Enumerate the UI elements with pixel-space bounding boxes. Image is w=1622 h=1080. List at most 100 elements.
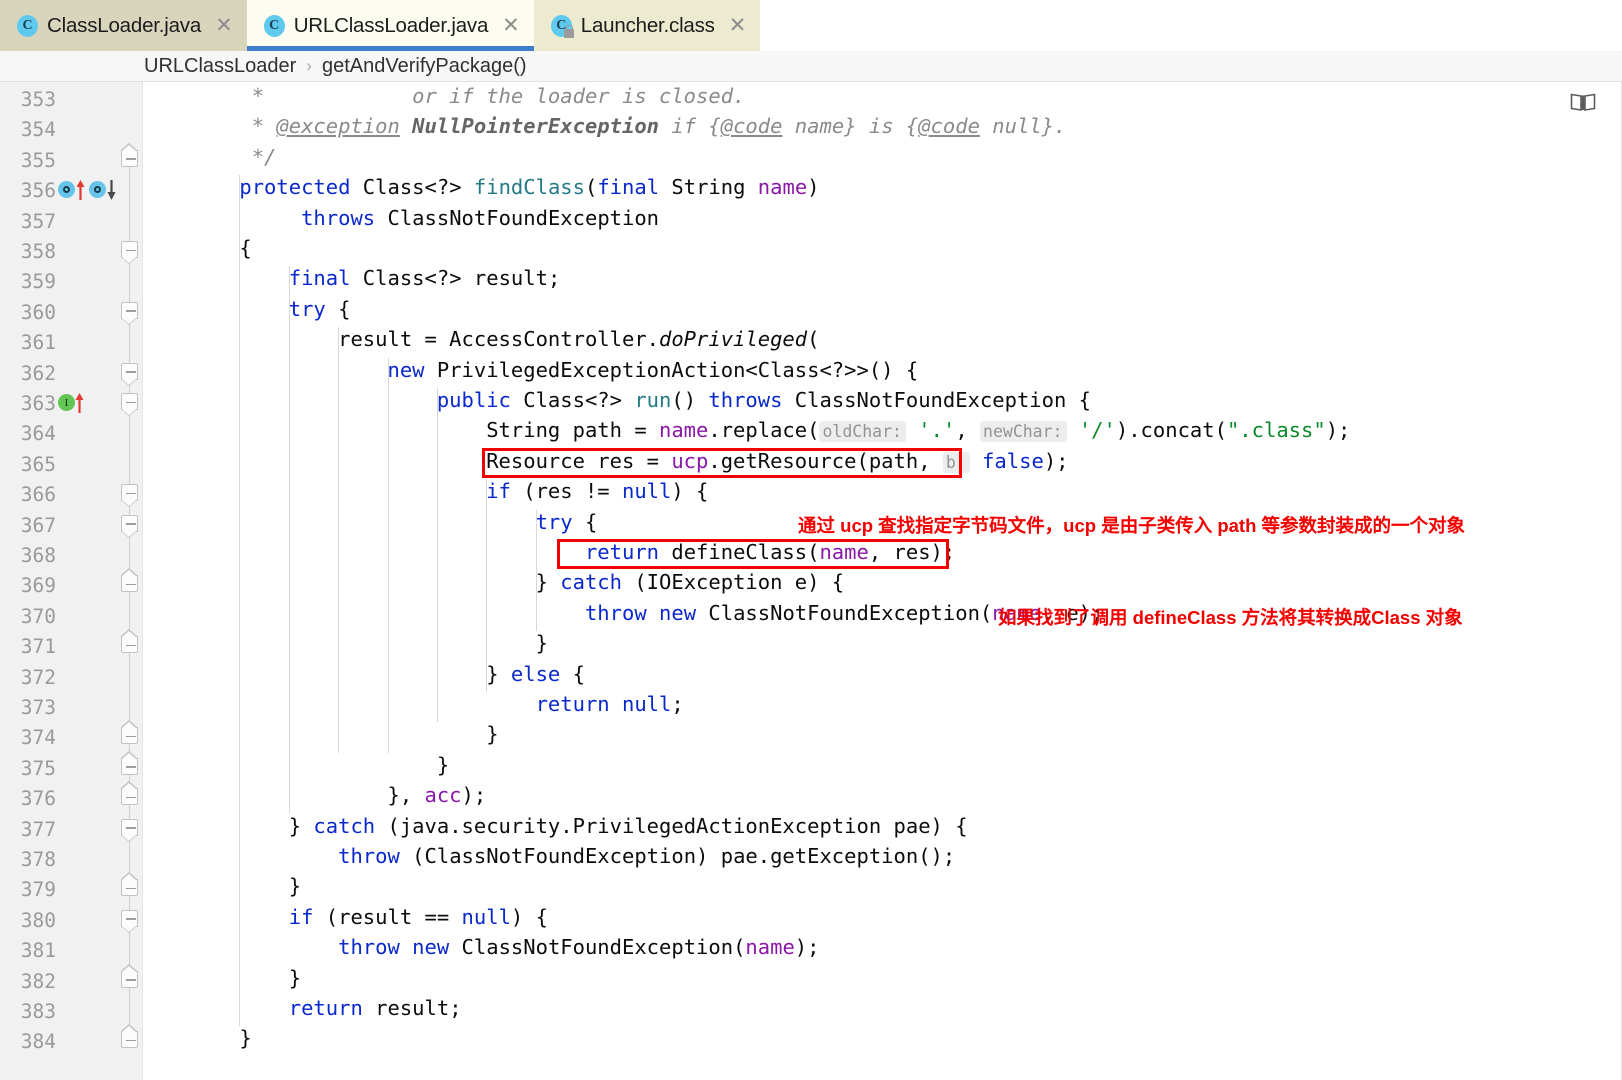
fold-region-start-icon[interactable] (121, 393, 138, 416)
code-line[interactable]: final Class<?> result; (190, 266, 561, 297)
tab-close-icon[interactable]: ✕ (502, 15, 520, 36)
fold-region-start-icon[interactable] (121, 301, 138, 325)
line-number: 369 (20, 574, 56, 598)
line-number: 360 (20, 300, 56, 324)
fold-region-end-icon[interactable] (121, 963, 138, 988)
code-line[interactable]: } (190, 966, 301, 997)
code-line[interactable]: } (190, 753, 449, 784)
line-number: 372 (20, 665, 56, 689)
java-class-icon: C (16, 14, 38, 37)
code-line[interactable]: throw new ClassNotFoundException(name, e… (190, 601, 1103, 632)
code-content[interactable]: * or if the loader is closed. * @excepti… (143, 82, 1622, 1080)
indent-guide (535, 509, 537, 632)
line-number: 366 (20, 483, 56, 507)
code-line[interactable]: Resource res = ucp.getResource(path, b: … (190, 449, 1069, 480)
code-line[interactable]: } (190, 874, 301, 905)
code-line[interactable]: } (190, 631, 548, 662)
line-number: 381 (20, 939, 56, 963)
fold-region-end-icon[interactable] (121, 629, 138, 654)
fold-region-start-icon[interactable] (121, 241, 138, 264)
chevron-right-icon: › (306, 56, 312, 75)
line-number: 364 (20, 422, 56, 446)
fold-region-start-icon[interactable] (121, 514, 138, 538)
indent-guide (239, 175, 241, 1027)
code-line[interactable]: throws ClassNotFoundException (190, 206, 659, 237)
code-line[interactable]: */ (190, 145, 277, 176)
line-number: 379 (20, 878, 56, 902)
code-line[interactable]: throw (ClassNotFoundException) pae.getEx… (190, 844, 955, 875)
tab-close-icon[interactable]: ✕ (729, 15, 747, 36)
line-number: 383 (20, 1000, 56, 1023)
code-line[interactable]: if (result == null) { (190, 905, 548, 936)
fold-region-end-icon[interactable] (121, 750, 138, 775)
code-line[interactable]: protected Class<?> findClass(final Strin… (190, 175, 819, 206)
code-line[interactable]: } (190, 1026, 251, 1057)
code-folding-column[interactable] (117, 82, 143, 1080)
line-number: 353 (20, 88, 56, 111)
fold-region-end-icon[interactable] (121, 142, 138, 167)
tab-urlclassloader-java[interactable]: C URLClassLoader.java ✕ (246, 0, 534, 51)
tab-classloader-java[interactable]: C ClassLoader.java ✕ (0, 0, 247, 51)
code-line[interactable]: if (res != null) { (190, 479, 708, 510)
line-number: 363 (20, 392, 56, 415)
code-line[interactable]: * or if the loader is closed. (190, 84, 746, 115)
code-editor[interactable]: 353 354 355 356 357 358 359 360 361 362 363 I 364 365… (0, 82, 1622, 1080)
implementing-method-icon[interactable]: I (58, 391, 88, 415)
line-number: 356 (20, 179, 56, 203)
line-number: 377 (20, 817, 56, 841)
code-line[interactable]: throw new ClassNotFoundException(name); (190, 935, 819, 966)
line-number: 382 (20, 969, 56, 993)
fold-region-end-icon[interactable] (121, 781, 138, 806)
indent-guide (387, 357, 389, 753)
java-class-icon: C (263, 14, 285, 37)
fold-region-start-icon[interactable] (121, 818, 138, 842)
code-line[interactable]: new PrivilegedExceptionAction<Class<?>>(… (190, 358, 918, 389)
code-line[interactable]: } (190, 722, 498, 753)
code-line[interactable]: } catch (java.security.PrivilegedActionE… (190, 814, 968, 845)
code-line[interactable]: { (190, 236, 251, 267)
line-number: 368 (20, 544, 56, 567)
fold-region-start-icon[interactable] (121, 484, 138, 508)
line-number: 355 (20, 148, 56, 172)
breadcrumb: URLClassLoader › getAndVerifyPackage() (0, 51, 1622, 82)
line-number: 375 (20, 756, 56, 780)
code-line[interactable]: return defineClass(name, res); (190, 540, 955, 571)
line-number: 376 (20, 787, 56, 811)
breadcrumb-class[interactable]: URLClassLoader (144, 55, 296, 78)
line-number: 367 (20, 513, 56, 537)
code-line[interactable]: * @exception NullPointerException if {@c… (190, 114, 1067, 145)
fold-region-start-icon[interactable] (121, 362, 138, 386)
line-number: 384 (20, 1030, 56, 1054)
code-line[interactable]: result = AccessController.doPrivileged( (190, 327, 819, 358)
code-line[interactable]: }, acc); (190, 783, 486, 814)
indent-guide (288, 266, 290, 814)
line-number: 358 (20, 240, 56, 263)
fold-region-end-icon[interactable] (121, 720, 138, 745)
line-number: 373 (20, 696, 56, 719)
tab-launcher-class[interactable]: C Launcher.class ✕ (533, 0, 761, 51)
code-line[interactable]: try { (190, 297, 351, 328)
fold-region-end-icon[interactable] (121, 1024, 138, 1049)
line-number: 371 (20, 635, 56, 659)
book-icon[interactable] (1570, 92, 1596, 112)
code-line[interactable]: public Class<?> run() throws ClassNotFou… (190, 388, 1091, 419)
line-number: 365 (20, 452, 56, 476)
parameter-hint: b: (942, 451, 970, 473)
fold-region-end-icon[interactable] (121, 568, 138, 593)
parameter-hint: oldChar: (819, 421, 906, 443)
line-number: 359 (20, 270, 56, 294)
line-number: 354 (20, 118, 56, 142)
tab-close-icon[interactable]: ✕ (215, 15, 233, 36)
tab-label: ClassLoader.java (47, 13, 202, 37)
fold-region-end-icon[interactable] (121, 872, 138, 897)
line-number: 357 (20, 209, 56, 233)
indent-guide (437, 388, 438, 723)
line-number: 370 (20, 604, 56, 628)
code-line[interactable]: return result; (190, 996, 462, 1027)
tab-label: Launcher.class (580, 13, 715, 37)
breadcrumb-member[interactable]: getAndVerifyPackage() (322, 55, 527, 78)
java-compiled-class-icon: C (550, 14, 574, 38)
code-line[interactable]: String path = name.replace(oldChar: '.',… (190, 418, 1350, 449)
fold-region-start-icon[interactable] (121, 909, 138, 933)
overriding-method-icon[interactable] (58, 178, 92, 202)
